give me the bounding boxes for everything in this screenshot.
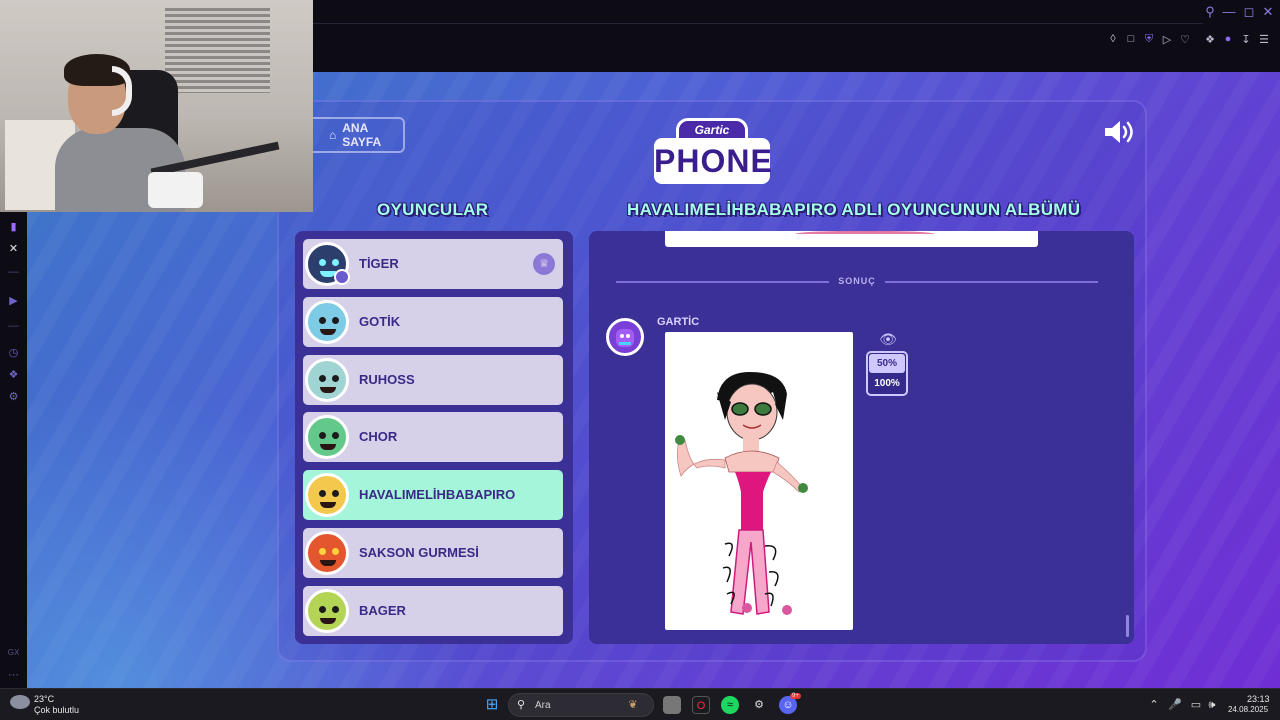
- download-icon[interactable]: ↧: [1238, 31, 1254, 47]
- clock-date: 24.08.2025: [1228, 705, 1269, 714]
- speaker-icon: [1105, 121, 1133, 143]
- result-drawing: [665, 332, 853, 630]
- player-name: GOTİK: [359, 314, 401, 329]
- album-scrollbar[interactable]: [1126, 615, 1129, 637]
- separator-icon: —: [8, 320, 19, 332]
- player-row-sakson-gurmesi[interactable]: SAKSON GURMESİ: [303, 528, 563, 578]
- drawing-canvas: [675, 372, 808, 615]
- album-heading: HAVALIMELİHBABAPIRO ADLI OYUNCUNUN ALBÜM…: [627, 200, 1081, 219]
- player-name: BAGER: [359, 603, 406, 618]
- close-icon[interactable]: ✕: [1259, 4, 1277, 20]
- result-label: SONUÇ: [838, 276, 876, 286]
- profile-icon[interactable]: ●: [1220, 31, 1236, 47]
- extensions-icon[interactable]: ❖: [0, 368, 27, 381]
- home-icon: ⌂: [329, 128, 337, 142]
- file-explorer-icon[interactable]: [663, 696, 681, 714]
- tab-strip-divider: [313, 23, 1203, 24]
- player-row-gotik[interactable]: GOTİK: [303, 297, 563, 347]
- home-button-label: ANA SAYFA: [342, 121, 382, 149]
- avatar: [305, 531, 349, 575]
- player-name: SAKSON GURMESİ: [359, 545, 479, 560]
- player-row-ruhoss[interactable]: RUHOSS: [303, 355, 563, 405]
- player-name: CHOR: [359, 429, 398, 444]
- gartic-phone-logo: Gartic PHONE: [654, 118, 772, 188]
- extensions-icon[interactable]: ❖: [1202, 31, 1218, 47]
- windows-start-icon[interactable]: ⊞: [483, 696, 501, 714]
- weather-temp: 23°C: [34, 694, 55, 704]
- divider-line: [885, 281, 1098, 283]
- minimize-icon[interactable]: —: [1220, 4, 1238, 19]
- author-name: GARTİC: [657, 316, 700, 328]
- avatar: [305, 589, 349, 633]
- windows-taskbar: 23°C Çok bulutlu ⊞ ⚲ Ara ❦ O ≈ ⚙ ☺ 9+ ⌃ …: [0, 688, 1280, 720]
- twitch-icon[interactable]: ▮: [0, 220, 27, 233]
- divider-line: [616, 281, 829, 283]
- player-icon[interactable]: ▶: [0, 294, 27, 307]
- spotify-icon[interactable]: ≈: [721, 696, 739, 714]
- tray-expand-icon[interactable]: ⌃: [1145, 696, 1163, 714]
- webcam-overlay: [0, 0, 313, 212]
- player-row-havalimelihbabapiro[interactable]: HAVALIMELİHBABAPIRO: [303, 470, 563, 520]
- crown-icon[interactable]: ♕: [533, 253, 555, 275]
- zoom-selector: 50% 100%: [866, 351, 908, 396]
- logo-main-text: PHONE: [654, 138, 772, 184]
- more-icon[interactable]: ⋯: [0, 668, 27, 681]
- weather-icon[interactable]: [10, 695, 30, 709]
- player-row-bager[interactable]: BAGER: [303, 586, 563, 636]
- eye-icon[interactable]: 👁: [878, 331, 898, 347]
- zoom-option-100[interactable]: 100%: [869, 374, 905, 393]
- clock-time: 23:13: [1247, 694, 1270, 704]
- deer-widget-icon[interactable]: ❦: [624, 696, 642, 714]
- author-avatar: [606, 318, 644, 356]
- separator-icon: —: [8, 266, 19, 278]
- microphone-icon[interactable]: 🎤: [1166, 696, 1184, 714]
- search-icon[interactable]: ⚲: [1201, 4, 1219, 20]
- search-icon: ⚲: [517, 699, 526, 711]
- discord-badge: 9+: [790, 693, 801, 699]
- menu-icon[interactable]: ☰: [1256, 31, 1272, 47]
- gx-icon[interactable]: GX: [0, 648, 27, 657]
- window-blind: [165, 8, 270, 93]
- album-panel: SONUÇ GARTİC 👁 50% 100%: [589, 231, 1134, 644]
- avatar: [305, 300, 349, 344]
- sound-toggle[interactable]: [1103, 118, 1137, 146]
- avatar: [305, 358, 349, 402]
- history-icon[interactable]: ◷: [0, 346, 27, 359]
- opera-gx-icon[interactable]: O: [692, 696, 710, 714]
- players-heading: OYUNCULAR: [377, 200, 489, 219]
- microphone: [148, 172, 203, 208]
- players-list: TİGER ♕ GOTİK RUHOSS CHOR HAVALIMELİHBAB…: [295, 231, 573, 644]
- zoom-option-50[interactable]: 50%: [869, 354, 905, 373]
- avatar: [305, 415, 349, 459]
- screenshot-icon[interactable]: □: [1123, 31, 1139, 47]
- player-name: TİGER: [359, 256, 399, 271]
- previous-drawing: [665, 231, 1038, 247]
- owner-icon: [334, 269, 350, 285]
- play-icon[interactable]: ▷: [1159, 31, 1175, 47]
- screen: ⚲ — ◻ ✕ ◊ □ ⛨ ▷ ♡ ❖ ● ↧ ☰ ▮ ✕ — ▶ — ◷ ❖ …: [0, 0, 1280, 720]
- player-row-chor[interactable]: CHOR: [303, 412, 563, 462]
- steam-icon[interactable]: ⚙: [750, 696, 768, 714]
- home-button[interactable]: ⌂ ANA SAYFA: [307, 117, 405, 153]
- settings-icon[interactable]: ⚙: [0, 390, 27, 403]
- x-icon[interactable]: ✕: [0, 242, 27, 255]
- search-placeholder: Ara: [535, 700, 551, 711]
- avatar: [305, 473, 349, 517]
- player-row-tiger[interactable]: TİGER ♕: [303, 239, 563, 289]
- maximize-icon[interactable]: ◻: [1240, 4, 1258, 20]
- weather-desc: Çok bulutlu: [34, 705, 80, 715]
- shield-icon[interactable]: ⛨: [1141, 31, 1157, 47]
- player-name: HAVALIMELİHBABAPIRO: [359, 487, 516, 502]
- volume-icon[interactable]: 🕪: [1203, 696, 1221, 714]
- browser-sidebar: ▮ ✕ — ▶ — ◷ ❖ ⚙ GX ⋯: [0, 212, 27, 688]
- player-name: RUHOSS: [359, 372, 415, 387]
- pin-icon[interactable]: ◊: [1105, 31, 1121, 47]
- heart-icon[interactable]: ♡: [1177, 31, 1193, 47]
